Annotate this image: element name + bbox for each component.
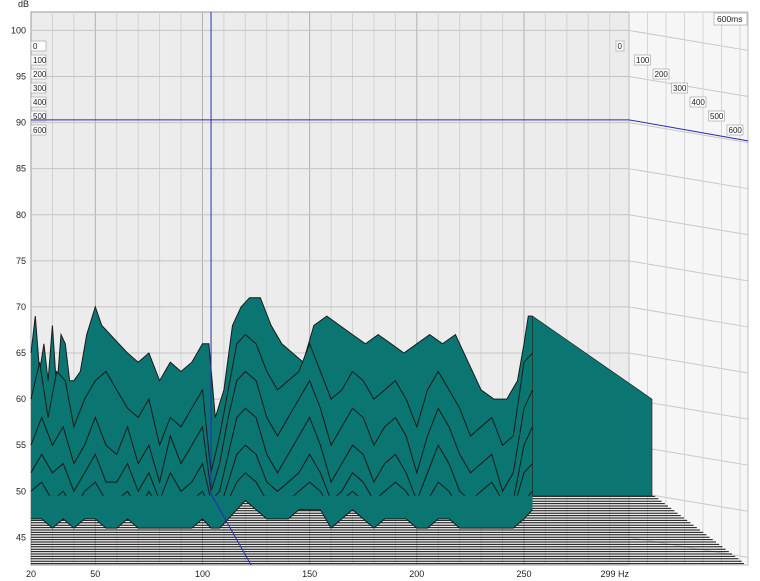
slice-label-left: 400 (33, 98, 47, 107)
y-tick-label: 100 (11, 25, 26, 35)
slice-label-left: 100 (33, 56, 47, 65)
x-tick-label: 200 (409, 569, 424, 579)
slice-label-right: 400 (692, 98, 706, 107)
x-tick-label: 250 (516, 569, 531, 579)
y-tick-label: 80 (16, 210, 26, 220)
y-tick-label: 55 (16, 440, 26, 450)
x-tick-label: 299 Hz (600, 569, 629, 579)
x-tick-label: 100 (195, 569, 210, 579)
time-max-label: 600ms (717, 14, 743, 24)
x-tick-label: 20 (26, 569, 36, 579)
y-tick-label: 70 (16, 302, 26, 312)
y-tick-label: 95 (16, 72, 26, 82)
slice-label-right: 100 (636, 56, 650, 65)
waterfall-chart: 45 50 55 60 65 70 75 80 85 90 95 100 20 50 100 150 200 25… (11, 0, 749, 579)
y-tick-label: 60 (16, 394, 26, 404)
slice-label-left: 200 (33, 70, 47, 79)
slice-label-left: 600 (33, 126, 47, 135)
y-tick-label: 75 (16, 256, 26, 266)
slice-label-right: 300 (673, 84, 687, 93)
x-tick-label: 150 (302, 569, 317, 579)
y-tick-label: 50 (16, 486, 26, 496)
slice-label-left: 300 (33, 84, 47, 93)
slice-label-right: 0 (618, 42, 623, 51)
y-tick-label: 85 (16, 164, 26, 174)
y-tick-label: 65 (16, 348, 26, 358)
slice-label-right: 200 (655, 70, 669, 79)
y-tick-label: 45 (16, 532, 26, 542)
slice-label-right: 500 (710, 112, 724, 121)
slice-label-right: 600 (729, 126, 743, 135)
y-tick-label: 90 (16, 118, 26, 128)
slice-label-left: 0 (33, 42, 38, 51)
x-tick-label: 50 (90, 569, 100, 579)
y-axis-label: dB (18, 0, 29, 9)
